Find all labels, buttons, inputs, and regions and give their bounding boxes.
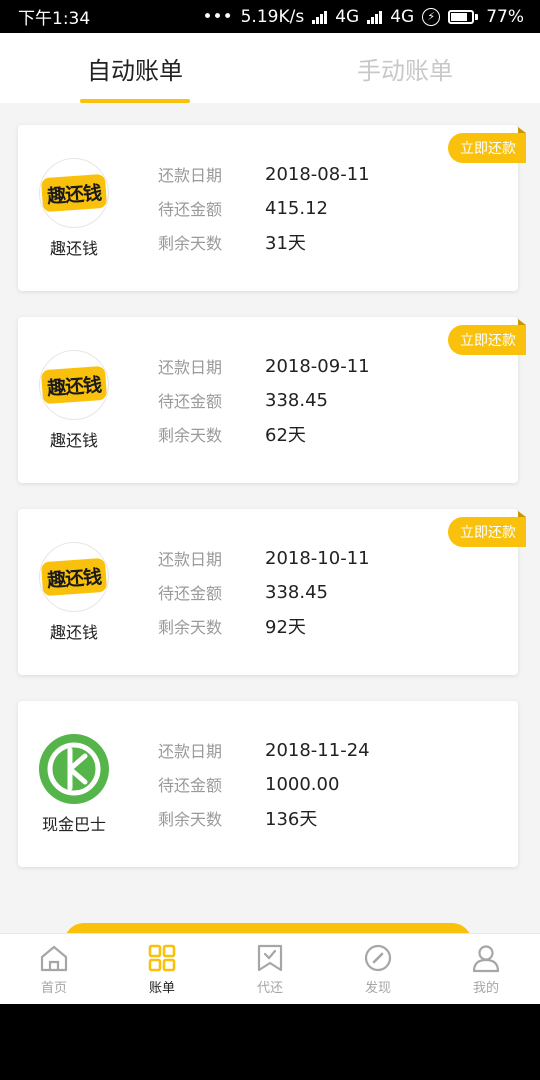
repay-date-label: 还款日期 bbox=[158, 742, 223, 761]
bottom-nav: 首页 账单 代还 发现 我的 bbox=[0, 933, 540, 1004]
status-time: 下午1:34 bbox=[18, 9, 91, 29]
repay-now-button[interactable]: 立即还款 bbox=[448, 127, 526, 163]
amount-due-label: 待还金额 bbox=[158, 776, 223, 795]
days-left-label: 剩余天数 bbox=[158, 618, 223, 637]
nav-bills[interactable]: 账单 bbox=[108, 934, 216, 1004]
bill-card[interactable]: 趣还钱 趣还钱 还款日期 2018-10-11 待还金额 338.45 剩余天数 92… bbox=[18, 509, 526, 675]
repay-date-value: 2018-08-11 bbox=[265, 163, 370, 185]
lender-column: 趣还钱 趣还钱 bbox=[18, 157, 130, 259]
repay-date-row: 还款日期 2018-09-11 bbox=[158, 355, 370, 378]
lender-column: 趣还钱 趣还钱 bbox=[18, 541, 130, 643]
cash-bus-logo-icon bbox=[39, 733, 109, 804]
battery-icon bbox=[448, 9, 479, 24]
bill-list: 趣还钱 趣还钱 还款日期 2018-08-11 待还金额 415.12 剩余天数 31… bbox=[0, 103, 540, 867]
days-left-value: 62天 bbox=[265, 425, 306, 446]
nav-home-label: 首页 bbox=[40, 981, 67, 996]
tab-manual-bills[interactable]: 手动账单 bbox=[270, 33, 540, 103]
amount-due-value: 1000.00 bbox=[265, 773, 340, 795]
bill-info: 还款日期 2018-09-11 待还金额 338.45 剩余天数 62天 bbox=[158, 355, 370, 447]
repay-date-row: 还款日期 2018-10-11 bbox=[158, 547, 370, 570]
lender-column: 趣还钱 趣还钱 bbox=[18, 349, 130, 451]
nav-profile[interactable]: 我的 bbox=[432, 934, 540, 1004]
amount-due-label: 待还金额 bbox=[158, 584, 223, 603]
days-left-row: 剩余天数 92天 bbox=[158, 615, 370, 638]
compass-icon bbox=[364, 944, 392, 972]
repay-date-row: 还款日期 2018-11-24 bbox=[158, 739, 370, 762]
days-left-value: 92天 bbox=[265, 617, 306, 638]
amount-due-value: 338.45 bbox=[265, 389, 328, 411]
app-screen: 自动账单 手动账单 趣还钱 趣还钱 还款日期 2018-08-11 待还金额 415… bbox=[0, 33, 540, 1004]
lender-logo: 趣还钱 bbox=[39, 157, 109, 228]
amount-due-row: 待还金额 415.12 bbox=[158, 197, 370, 220]
cash-bus-logo-icon bbox=[41, 735, 107, 802]
network-type-2: 4G bbox=[390, 6, 415, 27]
days-left-label: 剩余天数 bbox=[158, 426, 223, 445]
bill-tabs: 自动账单 手动账单 bbox=[0, 33, 540, 103]
lender-logo: 趣还钱 bbox=[39, 349, 109, 420]
lender-name: 现金巴士 bbox=[41, 814, 106, 834]
lender-name: 趣还钱 bbox=[49, 622, 98, 642]
days-left-label: 剩余天数 bbox=[158, 234, 223, 253]
net-speed: 5.19K/s bbox=[240, 6, 305, 27]
nav-repay-for[interactable]: 代还 bbox=[216, 934, 324, 1004]
lender-column: 现金巴士 bbox=[18, 733, 130, 835]
repay-date-label: 还款日期 bbox=[158, 166, 223, 185]
charging-icon: ⚡ bbox=[422, 7, 441, 26]
nav-home[interactable]: 首页 bbox=[0, 934, 108, 1004]
days-left-label: 剩余天数 bbox=[158, 810, 223, 829]
signal-icon bbox=[312, 10, 328, 24]
nav-profile-label: 我的 bbox=[472, 981, 499, 996]
lender-name: 趣还钱 bbox=[49, 238, 98, 258]
nav-discover[interactable]: 发现 bbox=[324, 934, 432, 1004]
bill-info: 还款日期 2018-10-11 待还金额 338.45 剩余天数 92天 bbox=[158, 547, 370, 639]
days-left-value: 136天 bbox=[265, 809, 318, 830]
amount-due-value: 338.45 bbox=[265, 581, 328, 603]
system-nav-area bbox=[0, 1004, 540, 1080]
status-dots: ••• bbox=[202, 6, 233, 27]
repay-date-row: 还款日期 2018-08-11 bbox=[158, 163, 370, 186]
lender-logo-badge: 趣还钱 bbox=[40, 365, 108, 404]
amount-due-value: 415.12 bbox=[265, 197, 328, 219]
bill-card[interactable]: 趣还钱 趣还钱 还款日期 2018-09-11 待还金额 338.45 剩余天数 62… bbox=[18, 317, 526, 483]
signal-icon-2 bbox=[367, 10, 383, 24]
days-left-value: 31天 bbox=[265, 233, 306, 254]
amount-due-row: 待还金额 1000.00 bbox=[158, 773, 370, 796]
lender-logo-badge: 趣还钱 bbox=[40, 173, 108, 212]
lender-name: 趣还钱 bbox=[49, 430, 98, 450]
amount-due-row: 待还金额 338.45 bbox=[158, 389, 370, 412]
nav-repay-for-label: 代还 bbox=[256, 981, 283, 996]
status-bar: 下午1:34 ••• 5.19K/s 4G 4G ⚡ 77% bbox=[0, 0, 540, 33]
grid-icon bbox=[148, 944, 176, 972]
tab-auto-bills[interactable]: 自动账单 bbox=[0, 33, 270, 103]
amount-due-row: 待还金额 338.45 bbox=[158, 581, 370, 604]
days-left-row: 剩余天数 136天 bbox=[158, 807, 370, 830]
lender-logo-badge: 趣还钱 bbox=[40, 557, 108, 596]
network-type-1: 4G bbox=[335, 6, 360, 27]
repay-date-value: 2018-10-11 bbox=[265, 547, 370, 569]
bill-card[interactable]: 现金巴士 还款日期 2018-11-24 待还金额 1000.00 剩余天数 136天 bbox=[18, 701, 518, 867]
nav-bills-label: 账单 bbox=[148, 981, 175, 996]
repay-date-value: 2018-09-11 bbox=[265, 355, 370, 377]
repay-now-button[interactable]: 立即还款 bbox=[448, 511, 526, 547]
user-icon bbox=[472, 945, 500, 973]
home-icon bbox=[40, 945, 68, 972]
days-left-row: 剩余天数 62天 bbox=[158, 423, 370, 446]
repay-date-value: 2018-11-24 bbox=[265, 739, 370, 761]
repay-date-label: 还款日期 bbox=[158, 550, 223, 569]
amount-due-label: 待还金额 bbox=[158, 200, 223, 219]
days-left-row: 剩余天数 31天 bbox=[158, 231, 370, 254]
bill-info: 还款日期 2018-08-11 待还金额 415.12 剩余天数 31天 bbox=[158, 163, 370, 255]
lender-logo: 趣还钱 bbox=[39, 541, 109, 612]
repay-now-button[interactable]: 立即还款 bbox=[448, 319, 526, 355]
bill-card[interactable]: 趣还钱 趣还钱 还款日期 2018-08-11 待还金额 415.12 剩余天数 31… bbox=[18, 125, 526, 291]
amount-due-label: 待还金额 bbox=[158, 392, 223, 411]
bookmark-check-icon bbox=[257, 944, 283, 972]
bill-info: 还款日期 2018-11-24 待还金额 1000.00 剩余天数 136天 bbox=[158, 739, 370, 831]
battery-percent: 77% bbox=[486, 6, 524, 27]
status-indicators: ••• 5.19K/s 4G 4G ⚡ 77% bbox=[203, 7, 524, 27]
nav-discover-label: 发现 bbox=[364, 981, 391, 996]
repay-date-label: 还款日期 bbox=[158, 358, 223, 377]
